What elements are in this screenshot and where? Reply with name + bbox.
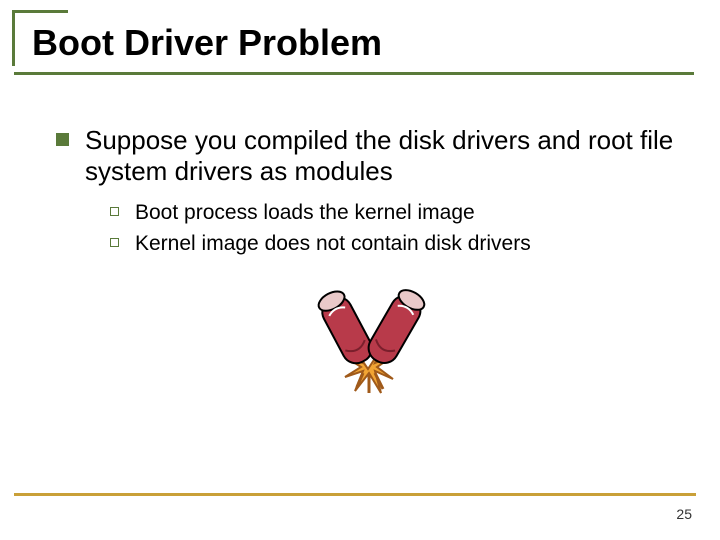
title-corner-left bbox=[12, 10, 15, 66]
page-number: 25 bbox=[676, 506, 692, 522]
sub-bullet-text: Kernel image does not contain disk drive… bbox=[135, 231, 531, 257]
sub-bullet-text: Boot process loads the kernel image bbox=[135, 200, 475, 226]
slide: Boot Driver Problem Suppose you compiled… bbox=[0, 0, 720, 540]
clipart-broken-sticks bbox=[56, 277, 680, 407]
sub-bullet-list: Boot process loads the kernel image Kern… bbox=[56, 200, 680, 257]
square-bullet-icon bbox=[56, 133, 69, 146]
sub-bullet-item: Kernel image does not contain disk drive… bbox=[110, 231, 680, 257]
slide-title: Boot Driver Problem bbox=[20, 10, 700, 70]
hollow-square-bullet-icon bbox=[110, 238, 119, 247]
title-corner-top bbox=[12, 10, 68, 13]
sub-bullet-item: Boot process loads the kernel image bbox=[110, 200, 680, 226]
bullet-text: Suppose you compiled the disk drivers an… bbox=[85, 125, 680, 186]
hollow-square-bullet-icon bbox=[110, 207, 119, 216]
bullet-item: Suppose you compiled the disk drivers an… bbox=[56, 125, 680, 186]
broken-dynamite-icon bbox=[293, 277, 443, 407]
footer-rule bbox=[14, 493, 696, 496]
content-area: Suppose you compiled the disk drivers an… bbox=[20, 75, 700, 407]
